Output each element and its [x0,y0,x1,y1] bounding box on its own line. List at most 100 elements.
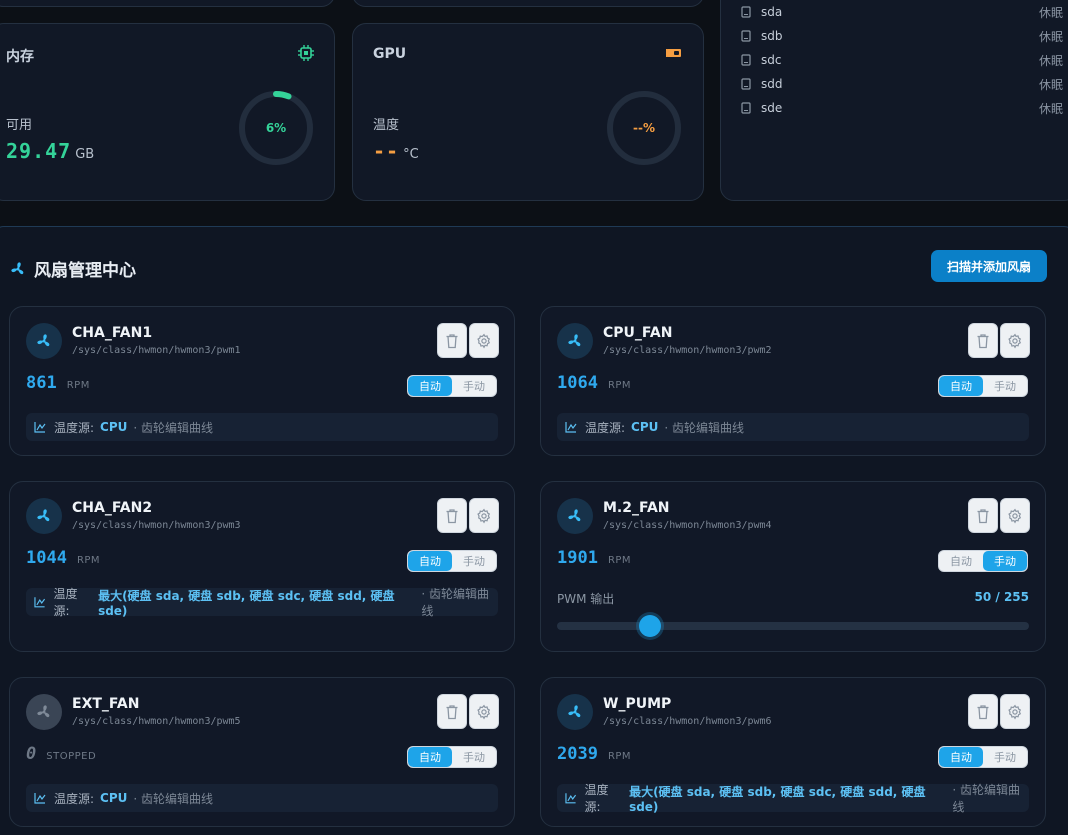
fan-rpm: 1064 RPM [557,373,631,393]
edit-curve-button[interactable] [469,323,499,358]
delete-fan-button[interactable] [968,694,998,729]
memory-unit: GB [75,147,95,162]
disk-icon [741,102,751,114]
temperature-source: 温度源: 最大(硬盘 sda, 硬盘 sdb, 硬盘 sdc, 硬盘 sdd, 硬… [26,587,498,618]
source-label: 温度源: [54,420,95,435]
fan-card: CHA_FAN2/sys/class/hwmon/hwmon3/pwm3 1044… [9,481,515,652]
disk-row: sdb 休眠 [741,24,1063,48]
fan-rpm: 1044 RPM [26,548,100,568]
fan-rpm-unit: RPM [76,555,101,566]
delete-fan-button[interactable] [437,323,467,358]
mode-auto-button[interactable]: 自动 [408,551,452,571]
fan-rpm-value: 1064 [557,373,598,393]
fan-rpm-unit: STOPPED [46,751,97,762]
gear-icon [477,333,491,349]
memory-value-number: 29.47 [6,139,72,163]
line-chart-icon [565,793,577,804]
line-chart-icon [34,597,46,608]
fan-avatar [557,694,593,730]
mode-manual-button[interactable]: 手动 [983,747,1027,767]
source-value: 最大(硬盘 sda, 硬盘 sdb, 硬盘 sdc, 硬盘 sdd, 硬盘 sd… [629,784,926,814]
mode-auto-button[interactable]: 自动 [939,747,983,767]
fan-rpm-value: 0 [26,744,37,764]
mode-manual-button[interactable]: 手动 [983,376,1027,396]
delete-fan-button[interactable] [968,323,998,358]
fan-card: W_PUMP/sys/class/hwmon/hwmon3/pwm6 2039 RP… [540,677,1046,827]
fan-icon [568,334,581,347]
mode-auto-button[interactable]: 自动 [939,376,983,396]
disk-name: sdd [761,77,783,91]
gpu-unit: °C [403,147,419,162]
disk-icon [741,54,751,66]
fan-path: /sys/class/hwmon/hwmon3/pwm3 [72,520,241,531]
mode-manual-button[interactable]: 手动 [452,376,496,396]
stat-card-top-left [0,0,335,7]
edit-curve-button[interactable] [1000,694,1030,729]
fan-path: /sys/class/hwmon/hwmon3/pwm2 [603,345,772,356]
trash-icon [446,704,458,719]
scan-add-fan-button[interactable]: 扫描并添加风扇 [931,250,1047,282]
gpu-title: GPU [373,46,407,62]
trash-icon [446,508,458,523]
mode-auto-button[interactable]: 自动 [939,551,983,571]
fan-rpm-unit: RPM [607,380,632,391]
fan-rpm-unit: RPM [66,380,90,391]
fan-name: M.2_FAN [603,500,670,516]
edit-curve-button[interactable] [469,694,499,729]
disk-row: sde 休眠 [741,96,1063,120]
pwm-slider-track[interactable] [557,622,1029,630]
edit-curve-button[interactable] [1000,323,1030,358]
source-hint: · 齿轮编辑曲线 [664,420,745,435]
fan-card: CHA_FAN1/sys/class/hwmon/hwmon3/pwm1 861 R… [9,306,515,456]
disk-state: 休眠 [1038,101,1063,116]
line-chart-icon [34,422,46,433]
source-hint: · 齿轮编辑曲线 [133,420,214,435]
fan-icon [11,261,24,274]
mode-manual-button[interactable]: 手动 [983,551,1027,571]
gpu-card-icon [666,49,681,57]
disk-name: sde [761,101,783,115]
disk-state: 休眠 [1038,53,1063,68]
source-value: CPU [100,791,128,805]
pwm-slider-thumb[interactable] [638,615,661,637]
fan-card: M.2_FAN/sys/class/hwmon/hwmon3/pwm4 1901 R… [540,481,1046,652]
fan-name: CHA_FAN1 [72,325,153,341]
delete-fan-button[interactable] [437,498,467,533]
fan-icon [568,705,581,718]
fan-rpm: 0 STOPPED [26,744,96,764]
source-value: 最大(硬盘 sda, 硬盘 sdb, 硬盘 sdc, 硬盘 sdd, 硬盘 sd… [98,588,395,618]
disk-icon [741,6,751,18]
mode-manual-button[interactable]: 手动 [452,747,496,767]
temperature-source: 温度源: 最大(硬盘 sda, 硬盘 sdb, 硬盘 sdc, 硬盘 sdd, 硬… [557,783,1029,814]
gpu-percent: --% [633,121,655,135]
fan-card: CPU_FAN/sys/class/hwmon/hwmon3/pwm2 1064 R… [540,306,1046,456]
edit-curve-button[interactable] [469,498,499,533]
mode-toggle: 自动 手动 [938,550,1028,572]
mode-toggle: 自动 手动 [407,746,497,768]
source-value: CPU [631,420,659,434]
source-label: 温度源: [585,420,626,435]
delete-fan-button[interactable] [437,694,467,729]
fan-avatar [26,694,62,730]
mode-auto-button[interactable]: 自动 [408,376,452,396]
disk-name: sdc [761,53,782,67]
mode-auto-button[interactable]: 自动 [408,747,452,767]
fan-rpm-value: 861 [26,373,57,393]
source-hint: · 齿轮编辑曲线 [421,587,490,618]
fan-rpm-value: 1044 [26,548,67,568]
fan-rpm: 1901 RPM [557,548,631,568]
gear-icon [477,508,491,524]
temperature-source: 温度源: CPU · 齿轮编辑曲线 [26,784,498,812]
mode-manual-button[interactable]: 手动 [452,551,496,571]
temperature-source: 温度源: CPU · 齿轮编辑曲线 [557,413,1029,441]
delete-fan-button[interactable] [968,498,998,533]
chip-icon [298,45,314,61]
disk-row: sdc 休眠 [741,48,1063,72]
disk-icon [741,78,751,90]
edit-curve-button[interactable] [1000,498,1030,533]
gpu-label: 温度 [373,118,400,133]
mode-toggle: 自动 手动 [938,746,1028,768]
disk-row: sda 休眠 [741,0,1063,24]
memory-card: 内存 可用 29.47 GB 6% [0,23,335,201]
gpu-value: -- °C [373,139,419,163]
